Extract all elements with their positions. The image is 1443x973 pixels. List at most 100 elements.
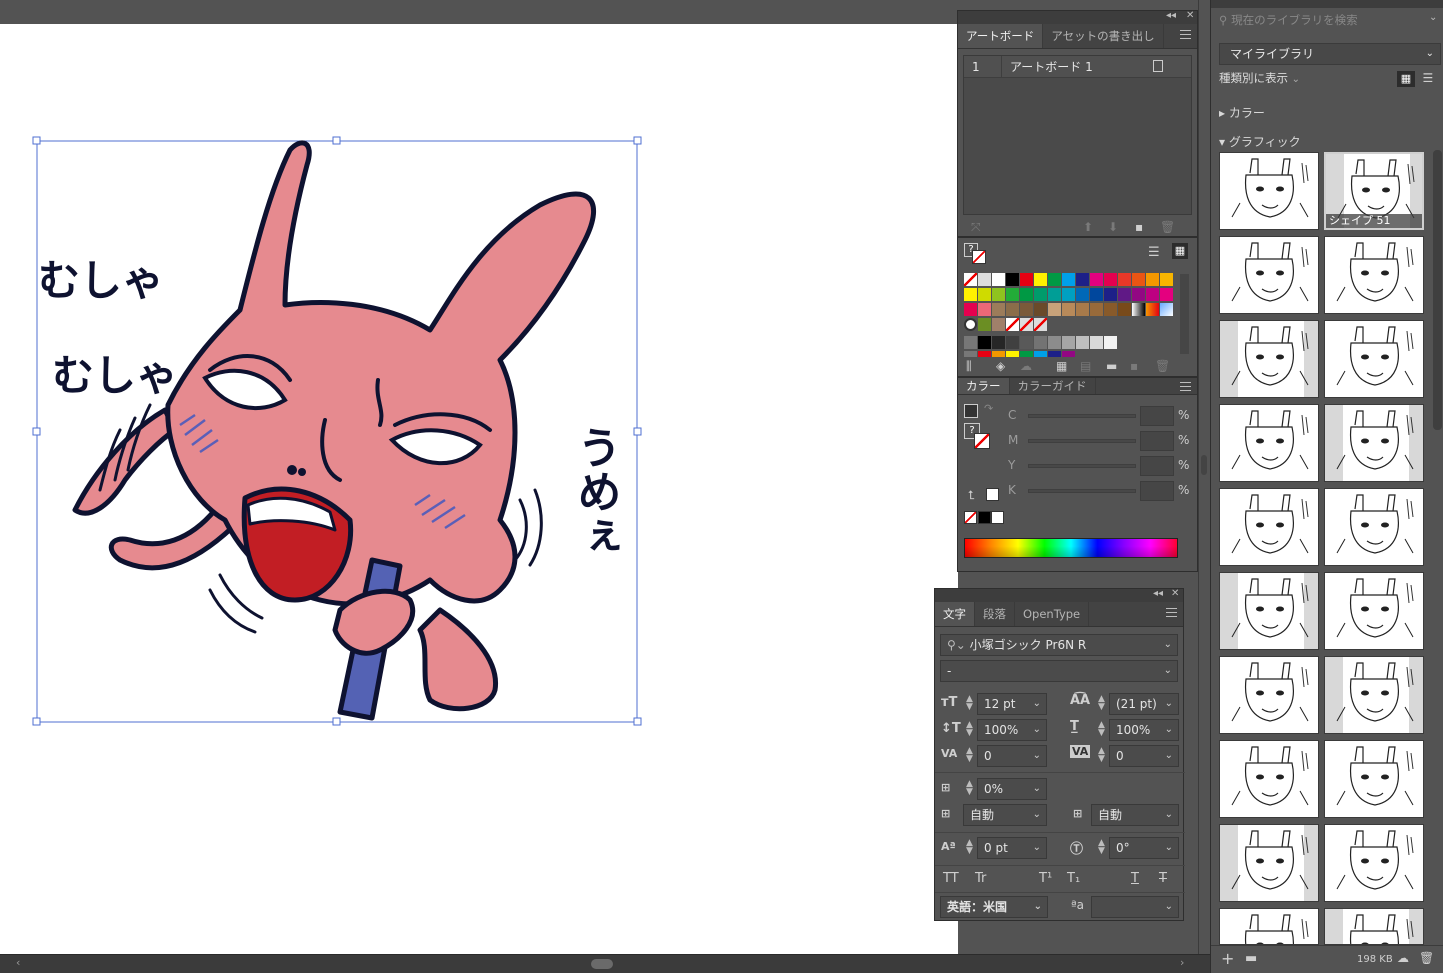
tab-color[interactable]: カラー: [958, 378, 1010, 394]
swatch-group-folder[interactable]: [964, 336, 977, 349]
scroll-left-icon[interactable]: ‹: [16, 956, 20, 969]
swatch[interactable]: [1020, 288, 1033, 301]
swatch[interactable]: [1048, 303, 1061, 316]
swatch[interactable]: [992, 336, 1005, 349]
swatch[interactable]: [1006, 288, 1019, 301]
swatch-gradient[interactable]: [1146, 303, 1159, 316]
dock-grip[interactable]: [1201, 455, 1207, 475]
magenta-input[interactable]: [1140, 431, 1174, 451]
subscript-button[interactable]: T₁: [1067, 871, 1080, 886]
tsume-stepper[interactable]: ▲ ▼: [966, 780, 973, 797]
none-color-swatch[interactable]: [964, 511, 977, 524]
graphic-thumbnail[interactable]: [1324, 824, 1424, 902]
swatch[interactable]: [1076, 336, 1089, 349]
graphic-thumbnail[interactable]: [1219, 572, 1319, 650]
swatch[interactable]: [1146, 288, 1159, 301]
black-input[interactable]: [1140, 481, 1174, 501]
scroll-right-icon[interactable]: ›: [1180, 956, 1184, 969]
rotation-input[interactable]: 0° ⌄: [1109, 837, 1179, 859]
font-size-input[interactable]: 12 pt ⌄: [977, 693, 1047, 715]
rotation-stepper[interactable]: ▲ ▼: [1098, 839, 1105, 856]
swatch[interactable]: [992, 303, 1005, 316]
leading-stepper[interactable]: ▲ ▼: [1098, 695, 1105, 712]
graphic-thumbnail[interactable]: [1324, 656, 1424, 734]
collapse-icon[interactable]: ◂◂: [1166, 10, 1176, 21]
swatch[interactable]: [1104, 288, 1117, 301]
cloud-icon[interactable]: ☁: [1020, 359, 1032, 373]
out-of-gamut-icon[interactable]: ⮤: [968, 488, 975, 503]
char-collapse-icon[interactable]: ◂◂: [1153, 588, 1163, 599]
swatch-gradient[interactable]: [1160, 303, 1173, 316]
library-search-input[interactable]: ⚲ 現在のライブラリを検索 ⌄: [1219, 12, 1443, 32]
graphic-thumbnail[interactable]: シェイプ 51: [1324, 152, 1424, 230]
swatch[interactable]: [1048, 288, 1061, 301]
swatch-none[interactable]: [964, 273, 977, 286]
swatch-kind-icon[interactable]: ◈: [996, 359, 1005, 373]
panel-menu-icon[interactable]: [1180, 30, 1191, 39]
fill-stroke-indicator[interactable]: ?: [964, 243, 988, 265]
font-size-stepper[interactable]: ▲ ▼: [966, 695, 973, 712]
swatch[interactable]: [1062, 336, 1075, 349]
new-swatch-icon[interactable]: ▪: [1130, 359, 1138, 373]
swatch[interactable]: [1020, 318, 1033, 331]
swatch[interactable]: [1006, 303, 1019, 316]
vertical-scale-stepper[interactable]: ▲ ▼: [966, 721, 973, 738]
graphic-thumbnail[interactable]: [1324, 404, 1424, 482]
strikethrough-button[interactable]: T: [1159, 871, 1167, 886]
swatch[interactable]: [978, 336, 991, 349]
char-titlebar[interactable]: ◂◂ ✕: [935, 588, 1183, 602]
graphic-thumbnail[interactable]: [1219, 656, 1319, 734]
dock-divider[interactable]: [1198, 0, 1210, 954]
tsume-input[interactable]: 0% ⌄: [977, 778, 1047, 800]
web-safe-swatch[interactable]: [986, 488, 999, 501]
black-slider[interactable]: [1028, 489, 1136, 493]
swatch[interactable]: [1034, 318, 1047, 331]
swatch[interactable]: [1132, 288, 1145, 301]
cyan-input[interactable]: [1140, 406, 1174, 426]
grid-view-icon[interactable]: ▦: [1172, 243, 1188, 259]
folder-icon[interactable]: ▬: [1245, 951, 1257, 966]
font-style-select[interactable]: - ⌄: [940, 660, 1178, 682]
artboard[interactable]: むしゃ むしゃ うめぇ: [0, 24, 958, 954]
tab-character[interactable]: 文字: [935, 602, 975, 626]
list-view-icon[interactable]: ☰: [1148, 245, 1160, 260]
new-group-icon[interactable]: ▬: [1106, 359, 1117, 373]
swap-fill-stroke-icon[interactable]: [964, 404, 978, 418]
swatch[interactable]: [1076, 288, 1089, 301]
graphic-thumbnail[interactable]: [1324, 572, 1424, 650]
artboard-name[interactable]: アートボード 1: [1002, 58, 1093, 75]
view-by-type-dropdown[interactable]: 種類別に表示 ⌄: [1219, 70, 1300, 86]
swatch[interactable]: [964, 303, 977, 316]
aki-before-select[interactable]: 自動 ⌄: [963, 804, 1047, 826]
swatch-libraries-icon[interactable]: ⫼: [966, 359, 972, 374]
tracking-input[interactable]: 0 ⌄: [1109, 745, 1179, 767]
tracking-stepper[interactable]: ▲ ▼: [1098, 747, 1105, 764]
underline-button[interactable]: T: [1131, 871, 1139, 886]
section-graphics[interactable]: ▾ グラフィック: [1219, 133, 1301, 150]
scrollbar-thumb[interactable]: [590, 958, 614, 970]
artboard-row[interactable]: 1 アートボード 1: [964, 55, 1191, 78]
color-fill-stroke[interactable]: ?: [964, 423, 990, 449]
horizontal-scale-stepper[interactable]: ▲ ▼: [1098, 721, 1105, 738]
swatch[interactable]: [1118, 288, 1131, 301]
libraries-titlebar[interactable]: [1211, 0, 1443, 8]
swatch-pattern[interactable]: [964, 318, 977, 331]
delete-icon[interactable]: 🗑: [1160, 220, 1175, 234]
default-colors-icon[interactable]: ↷: [984, 402, 993, 415]
swatch[interactable]: [1034, 288, 1047, 301]
move-down-icon[interactable]: ⬇: [1108, 220, 1118, 234]
swatch[interactable]: [1132, 273, 1145, 286]
cyan-slider[interactable]: [1028, 414, 1136, 418]
graphic-thumbnail[interactable]: [1324, 740, 1424, 818]
swatch[interactable]: [1034, 336, 1047, 349]
graphic-thumbnail[interactable]: [1219, 740, 1319, 818]
panel-titlebar[interactable]: ◂◂ ✕: [958, 10, 1197, 24]
swatch[interactable]: [1104, 273, 1117, 286]
swatch[interactable]: [1020, 303, 1033, 316]
swatch[interactable]: [1160, 273, 1173, 286]
swatch[interactable]: [1076, 303, 1089, 316]
add-icon[interactable]: +: [1221, 949, 1234, 968]
swatch[interactable]: [978, 303, 991, 316]
swatch[interactable]: [992, 273, 1005, 286]
swatch[interactable]: [1076, 273, 1089, 286]
